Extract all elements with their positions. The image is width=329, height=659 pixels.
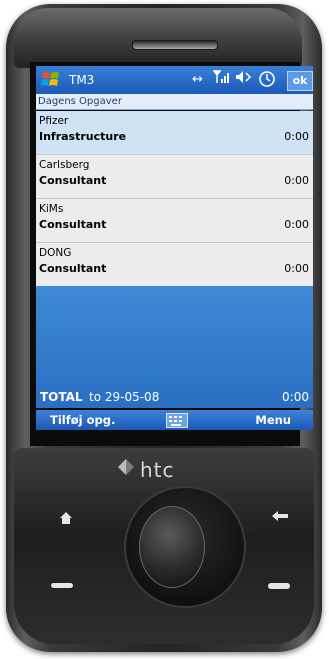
list-header: Dagens Opgaver [36, 94, 313, 110]
sync-arrows-icon: ↔ [192, 72, 203, 87]
company-name: DONG [39, 247, 72, 259]
device-stage: TM3 ↔ ok Dagens Opgaver Pfizer Infrastru… [0, 0, 329, 659]
total-bar: TOTAL to 29-05-08 0:00 [36, 388, 313, 408]
list-item-pfizer[interactable]: Pfizer Infrastructure 0:00 [36, 111, 313, 155]
menu-softkey[interactable]: Menu [255, 413, 291, 427]
earpiece-speaker [132, 40, 218, 50]
softkey-bar: Tilføj opg. Menu [36, 410, 313, 430]
company-name: Pfizer [39, 115, 69, 127]
task-time: 0:00 [284, 130, 309, 143]
list-item-carlsberg[interactable]: Carlsberg Consultant 0:00 [36, 155, 313, 199]
total-label: TOTAL [40, 390, 83, 404]
task-role: Consultant [39, 174, 107, 187]
company-name: KiMs [39, 203, 64, 215]
clock-icon[interactable] [258, 70, 276, 95]
list-item-kims[interactable]: KiMs Consultant 0:00 [36, 199, 313, 243]
volume-icon[interactable] [235, 70, 253, 91]
task-time: 0:00 [284, 262, 309, 275]
signal-icon[interactable] [212, 70, 229, 91]
htc-logo-mark-icon [116, 456, 136, 478]
ok-button[interactable]: ok [287, 71, 313, 91]
back-button-icon[interactable] [270, 508, 290, 529]
company-name: Carlsberg [39, 159, 90, 171]
list-item-dong[interactable]: DONG Consultant 0:00 [36, 243, 313, 287]
screen: TM3 ↔ ok Dagens Opgaver Pfizer Infrastru… [36, 66, 313, 441]
windows-start-icon[interactable] [40, 70, 62, 90]
task-role: Consultant [39, 262, 107, 275]
task-time: 0:00 [284, 218, 309, 231]
home-button-icon[interactable] [58, 510, 74, 531]
end-call-button-icon[interactable] [268, 583, 290, 589]
app-title: TM3 [69, 73, 95, 87]
brand-logo: htc [140, 458, 175, 482]
task-time: 0:00 [284, 174, 309, 187]
phone-top-bezel [14, 8, 302, 68]
call-button-icon[interactable] [51, 583, 73, 588]
total-date: to 29-05-08 [89, 390, 160, 404]
title-bar: TM3 ↔ ok [36, 66, 313, 94]
task-role: Infrastructure [39, 130, 127, 143]
task-role: Consultant [39, 218, 107, 231]
total-time: 0:00 [282, 390, 309, 404]
add-task-softkey[interactable]: Tilføj opg. [50, 413, 115, 427]
navigation-center-button[interactable] [139, 506, 205, 588]
keyboard-icon[interactable] [166, 413, 188, 428]
